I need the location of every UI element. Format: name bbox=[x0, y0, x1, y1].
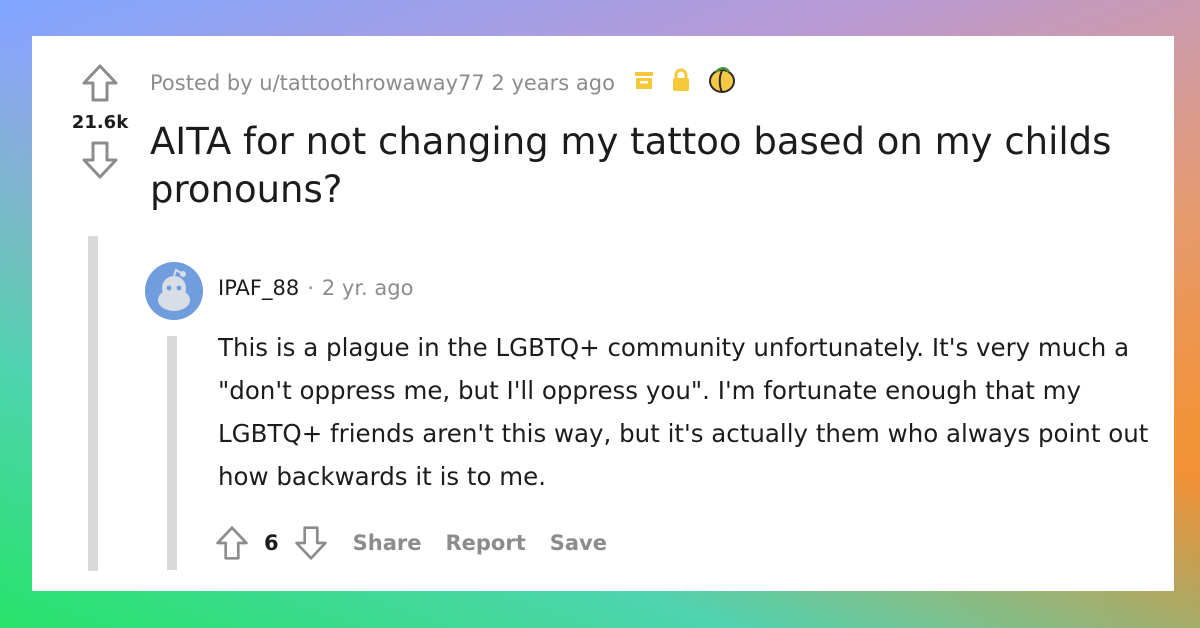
comment-score: 6 bbox=[264, 531, 279, 555]
report-button[interactable]: Report bbox=[445, 531, 525, 555]
post-vote-column: 21.6k bbox=[60, 62, 140, 181]
comment-header: IPAF_88 · 2 yr. ago bbox=[218, 276, 413, 300]
save-button[interactable]: Save bbox=[550, 531, 607, 555]
post-score: 21.6k bbox=[71, 112, 129, 133]
comment-time[interactable]: 2 yr. ago bbox=[322, 276, 414, 300]
award-icon[interactable] bbox=[707, 66, 737, 99]
downvote-icon[interactable] bbox=[80, 139, 120, 181]
comment-thread-line[interactable] bbox=[167, 336, 177, 570]
comment-actions: 6 Share Report Save bbox=[214, 524, 607, 562]
comment-body: This is a plague in the LGBTQ+ community… bbox=[218, 333, 1149, 491]
post-card: 21.6k Posted by u/tattoothrowaway77 2 ye… bbox=[32, 36, 1174, 591]
post-title[interactable]: AITA for not changing my tattoo based on… bbox=[150, 118, 1150, 214]
downvote-icon[interactable] bbox=[293, 524, 329, 562]
post-meta-text: Posted by u/tattoothrowaway77 2 years ag… bbox=[150, 70, 615, 95]
upvote-icon[interactable] bbox=[214, 524, 250, 562]
reddit-avatar[interactable] bbox=[145, 262, 203, 320]
post-flair-icons bbox=[633, 66, 737, 99]
upvote-icon[interactable] bbox=[80, 62, 120, 104]
archive-icon bbox=[633, 69, 655, 96]
share-button[interactable]: Share bbox=[353, 531, 422, 555]
thread-line[interactable] bbox=[88, 236, 98, 571]
comment-author[interactable]: IPAF_88 bbox=[218, 276, 299, 300]
separator: · bbox=[307, 276, 314, 300]
post-meta: Posted by u/tattoothrowaway77 2 years ag… bbox=[150, 66, 737, 99]
lock-icon bbox=[671, 68, 691, 97]
